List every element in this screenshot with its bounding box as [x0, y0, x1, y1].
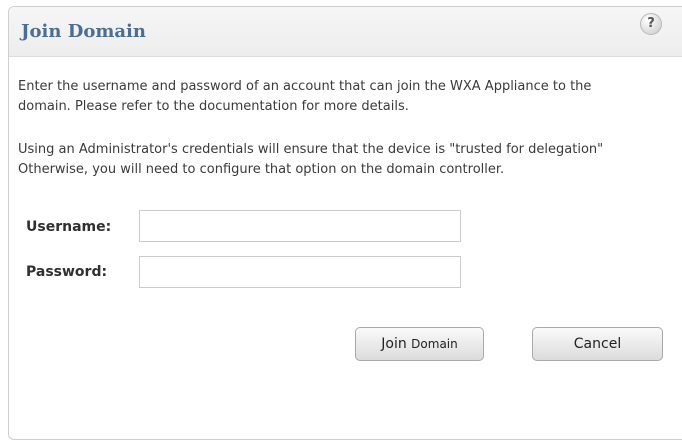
help-icon[interactable]: ?: [640, 13, 662, 35]
join-domain-button[interactable]: Join Domain: [355, 327, 484, 361]
intro-text: Enter the username and password of an ac…: [18, 77, 682, 117]
intro-line-1: Enter the username and password of an ac…: [18, 79, 592, 94]
username-label: Username:: [26, 219, 112, 235]
username-input[interactable]: [139, 210, 461, 242]
note-line-2: Otherwise, you will need to configure th…: [18, 162, 505, 177]
password-input[interactable]: [139, 256, 461, 288]
join-button-word-2: Domain: [411, 337, 458, 351]
delegation-note: Using an Administrator's credentials wil…: [18, 140, 682, 180]
dialog-title: Join Domain: [21, 21, 146, 42]
dialog-titlebar: Join Domain: [9, 7, 682, 57]
note-line-1: Using an Administrator's credentials wil…: [18, 142, 604, 157]
password-label: Password:: [26, 264, 108, 280]
join-button-word-1: Join: [381, 336, 407, 352]
intro-line-2: domain. Please refer to the documentatio…: [18, 99, 409, 114]
cancel-button[interactable]: Cancel: [532, 327, 663, 361]
